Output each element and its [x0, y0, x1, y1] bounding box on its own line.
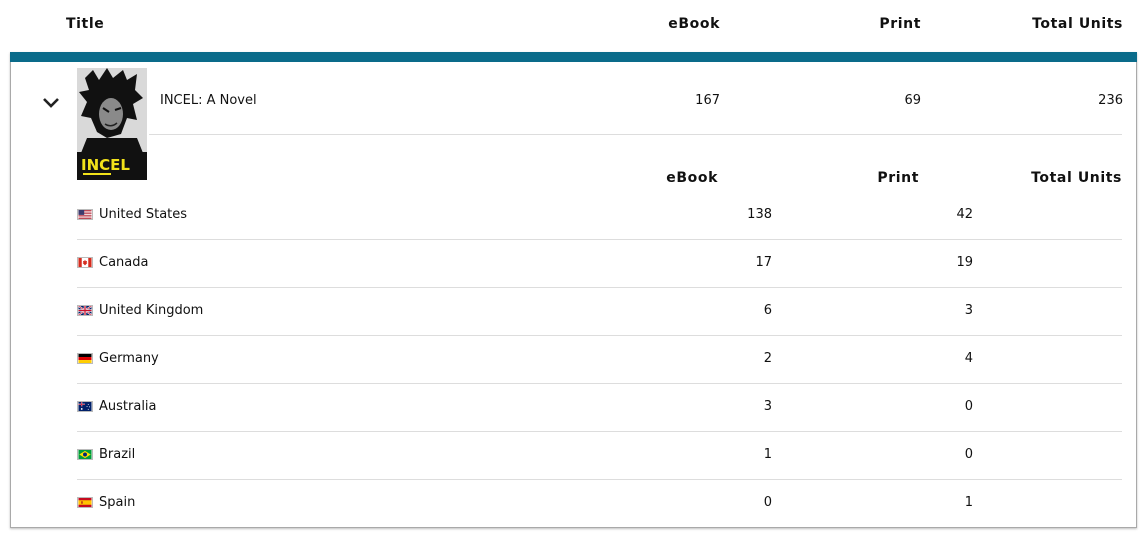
country-print-units: 42	[956, 207, 973, 222]
accent-bar	[10, 52, 1137, 62]
book-cover-art: INCEL	[77, 68, 147, 180]
country-row-united-kingdom: United Kingdom 6 3 9	[77, 288, 1122, 336]
book-total-units: 236	[1098, 93, 1123, 108]
country-total-units: 1	[1095, 447, 1146, 462]
country-row-united-states: United States 138 42 180	[77, 192, 1122, 240]
book-title[interactable]: INCEL: A Novel	[160, 93, 257, 108]
us-flag-icon	[77, 209, 93, 220]
country-total-units: 3	[1095, 399, 1146, 414]
country-total-units: 1	[1095, 495, 1146, 510]
country-ebook-units: 17	[755, 255, 772, 270]
country-ebook-units: 138	[747, 207, 772, 222]
country-print-units: 3	[964, 303, 973, 318]
breakdown-header-total-units: Total Units	[1031, 170, 1122, 186]
country-name: United States	[99, 207, 188, 222]
cover-title-text: INCEL	[81, 156, 130, 174]
book-print-units: 69	[904, 93, 921, 108]
country-ebook-units: 0	[763, 495, 772, 510]
table-header: Title eBook Print Total Units	[0, 0, 1146, 52]
country-row-canada: Canada 17 19 36	[77, 240, 1122, 288]
country-name: Brazil	[99, 447, 136, 462]
country-row-australia: Australia 3 0 3	[77, 384, 1122, 432]
country-name: United Kingdom	[99, 303, 204, 318]
brazil-flag-icon	[77, 449, 93, 460]
country-row-spain: Spain 0 1 1	[77, 480, 1122, 528]
canada-flag-icon	[77, 257, 93, 268]
germany-flag-icon	[77, 353, 93, 364]
column-header-print[interactable]: Print	[879, 16, 921, 32]
country-ebook-units: 6	[763, 303, 772, 318]
chevron-down-icon[interactable]	[41, 96, 61, 110]
country-ebook-units: 2	[763, 351, 772, 366]
breakdown-header-print: Print	[877, 170, 919, 186]
country-name: Spain	[99, 495, 136, 510]
country-total-units: 9	[1095, 303, 1146, 318]
column-header-title[interactable]: Title	[66, 16, 104, 32]
book-ebook-units: 167	[695, 93, 720, 108]
country-name: Germany	[99, 351, 159, 366]
country-total-units: 36	[1095, 255, 1146, 270]
breakdown-header-ebook: eBook	[666, 170, 718, 186]
column-header-ebook[interactable]: eBook	[668, 16, 720, 32]
spain-flag-icon	[77, 497, 93, 508]
divider	[149, 134, 1122, 135]
uk-flag-icon	[77, 305, 93, 316]
country-row-germany: Germany 2 4 6	[77, 336, 1122, 384]
country-total-units: 180	[1095, 207, 1146, 222]
column-header-total-units[interactable]: Total Units	[1032, 16, 1123, 32]
book-cover-image: INCEL	[77, 68, 147, 180]
country-name: Australia	[99, 399, 157, 414]
country-ebook-units: 3	[763, 399, 772, 414]
australia-flag-icon	[77, 401, 93, 412]
country-row-brazil: Brazil 1 0 1	[77, 432, 1122, 480]
country-print-units: 0	[964, 447, 973, 462]
country-print-units: 4	[964, 351, 973, 366]
book-panel: INCEL INCEL: A Novel 167 69 236 eBook Pr…	[10, 52, 1137, 528]
country-name: Canada	[99, 255, 149, 270]
country-ebook-units: 1	[763, 447, 772, 462]
country-print-units: 19	[956, 255, 973, 270]
country-print-units: 1	[964, 495, 973, 510]
country-total-units: 6	[1095, 351, 1146, 366]
country-print-units: 0	[964, 399, 973, 414]
